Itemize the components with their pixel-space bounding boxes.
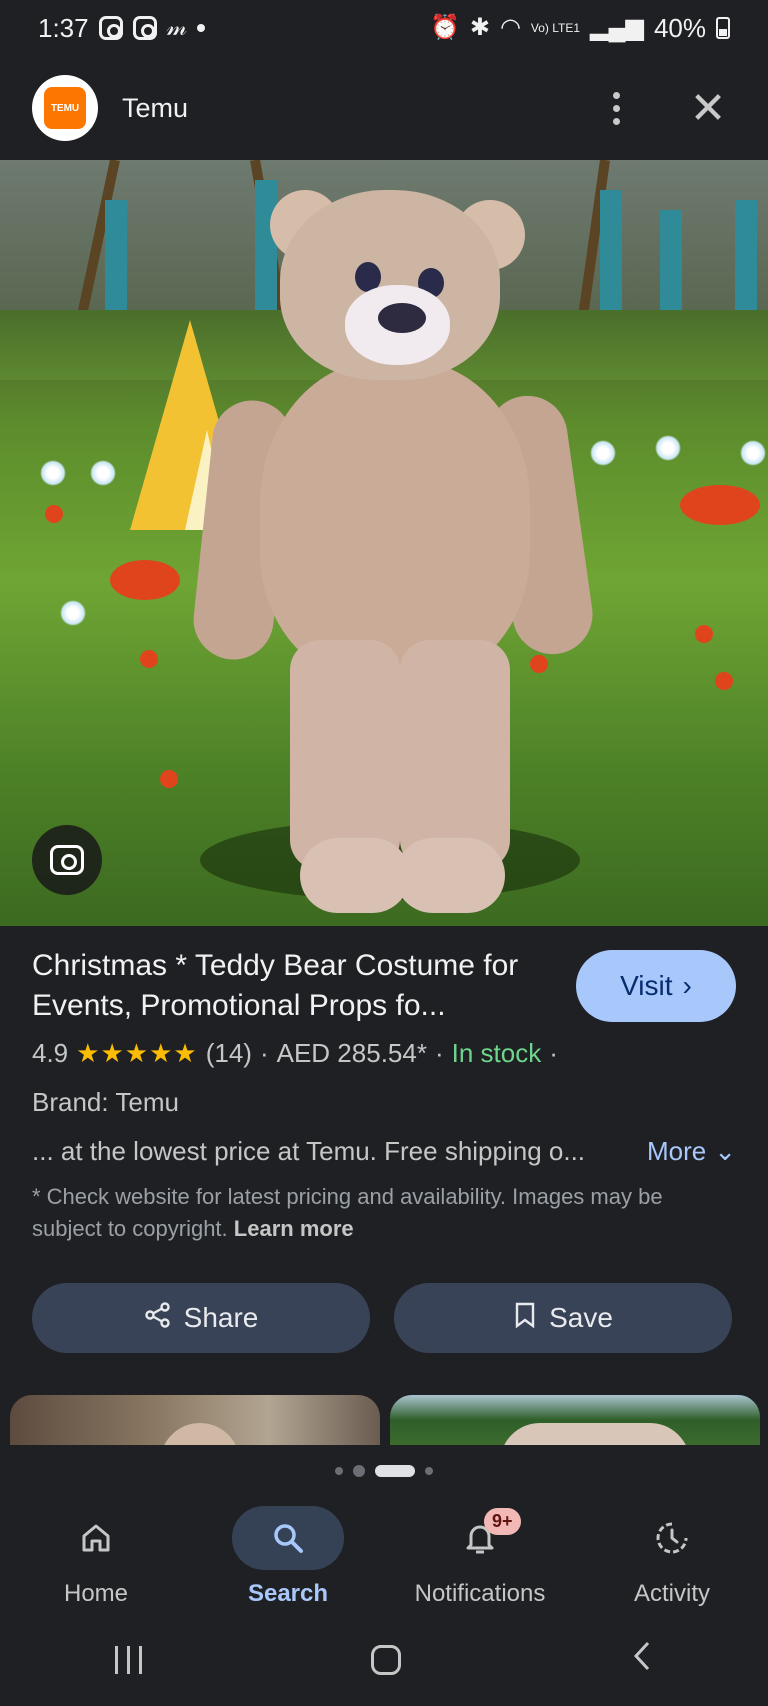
page-dot [425, 1467, 433, 1475]
bottom-navigation: Home Search 9+ Notifications Activity [0, 1490, 768, 1620]
close-icon: ✕ [689, 83, 727, 133]
teddy-bear-figure [0, 160, 768, 926]
bell-icon: 9+ [424, 1506, 536, 1570]
carousel-indicator [0, 1465, 768, 1477]
visit-label: Visit [620, 970, 673, 1001]
recent-apps-button[interactable] [114, 1646, 142, 1674]
save-label: Save [549, 1302, 613, 1333]
related-images [10, 1395, 768, 1445]
visit-button[interactable]: Visit › [576, 950, 736, 1022]
signal-icon: ▂▄▆ [590, 14, 644, 41]
bookmark-icon [513, 1301, 537, 1336]
price: AED 285.54* [276, 1038, 427, 1068]
status-left: 1:37 𝓂 [38, 13, 205, 44]
rating-value: 4.9 [32, 1038, 69, 1068]
nav-search-label: Search [247, 1580, 329, 1607]
review-count: (14) [205, 1038, 252, 1068]
myntra-icon: 𝓂 [166, 14, 187, 41]
notification-dot-icon [197, 24, 205, 32]
network-label: Vo) LTE1 [530, 21, 581, 35]
app-header: TEMU Temu ✕ [0, 70, 768, 146]
star-rating-icon: ★★★★★ [76, 1038, 198, 1068]
chevron-right-icon: › [682, 970, 692, 1001]
product-info: Christmas * Teddy Bear Costume for Event… [32, 946, 736, 1245]
lens-icon [50, 845, 84, 875]
close-button[interactable]: ✕ [680, 80, 736, 136]
battery-icon [716, 17, 730, 39]
nav-home[interactable]: Home [1, 1490, 191, 1620]
bear-foot [300, 838, 410, 913]
instagram-icon [98, 16, 123, 40]
clock: 1:37 [38, 12, 89, 43]
separator: · [434, 1038, 444, 1068]
alarm-icon: ⏰ [429, 14, 460, 41]
product-image[interactable] [0, 160, 768, 926]
more-button[interactable]: More ⌄ [647, 1136, 736, 1167]
battery-percent: 40% [653, 12, 706, 43]
activity-icon [616, 1506, 728, 1570]
wifi-icon: ◠ [499, 14, 521, 41]
bear-head [500, 1423, 690, 1445]
separator: · [549, 1038, 558, 1068]
share-label: Share [183, 1302, 259, 1333]
meta-row: 4.9 ★★★★★ (14) · AED 285.54* · In stock … [32, 1038, 736, 1069]
title-row: Christmas * Teddy Bear Costume for Event… [32, 946, 736, 1026]
nav-notifications-label: Notifications [414, 1580, 546, 1607]
nav-activity[interactable]: Activity [577, 1490, 767, 1620]
page-dot [353, 1465, 365, 1477]
system-home-button[interactable] [370, 1645, 401, 1675]
disclaimer: * Check website for latest pricing and a… [32, 1181, 736, 1245]
page-dot [335, 1467, 343, 1475]
related-image[interactable] [390, 1395, 760, 1445]
page-dot-active [375, 1465, 415, 1477]
share-icon [144, 1301, 172, 1336]
chevron-down-icon: ⌄ [714, 1136, 736, 1166]
bear-leg [400, 640, 510, 870]
temu-logo-mark: TEMU [44, 87, 86, 129]
brand-text: Brand: Temu [32, 1087, 179, 1117]
save-button[interactable]: Save [394, 1283, 732, 1353]
separator: · [259, 1038, 269, 1068]
kebab-icon [612, 91, 620, 125]
description-row: ... at the lowest price at Temu. Free sh… [32, 1136, 736, 1167]
temu-logo: TEMU [32, 75, 98, 141]
stock-status: In stock [451, 1038, 542, 1068]
status-bar: 1:37 𝓂 ⏰ ✱ ◠ Vo) LTE1 ▂▄▆ 40% [0, 0, 768, 56]
nav-search[interactable]: Search [193, 1490, 383, 1620]
product-title[interactable]: Christmas * Teddy Bear Costume for Event… [32, 946, 532, 1026]
description-text: ... at the lowest price at Temu. Free sh… [32, 1136, 586, 1166]
more-options-button[interactable] [588, 80, 644, 136]
action-buttons: Share Save [32, 1283, 732, 1353]
app-title: Temu [122, 92, 189, 123]
instagram-icon [132, 16, 157, 40]
nav-activity-label: Activity [633, 1580, 710, 1607]
share-button[interactable]: Share [32, 1283, 370, 1353]
learn-more-link[interactable]: Learn more [234, 1216, 354, 1241]
logo-text: TEMU [50, 102, 80, 114]
bear-torso [260, 360, 530, 680]
bear-foot [395, 838, 505, 913]
notification-badge: 9+ [484, 1508, 521, 1535]
bear-leg [290, 640, 400, 870]
bear-nose [378, 303, 426, 333]
home-icon [40, 1506, 152, 1570]
search-icon [232, 1506, 344, 1570]
system-navigation [0, 1630, 768, 1690]
back-button[interactable] [630, 1639, 654, 1682]
bluetooth-icon: ✱ [469, 14, 490, 41]
more-label: More [646, 1136, 707, 1166]
bear-head [160, 1423, 240, 1445]
nav-notifications[interactable]: 9+ Notifications [385, 1490, 575, 1620]
nav-home-label: Home [63, 1580, 129, 1607]
status-right: ⏰ ✱ ◠ Vo) LTE1 ▂▄▆ 40% [430, 13, 730, 44]
related-image[interactable] [10, 1395, 380, 1445]
google-lens-button[interactable] [32, 825, 102, 895]
